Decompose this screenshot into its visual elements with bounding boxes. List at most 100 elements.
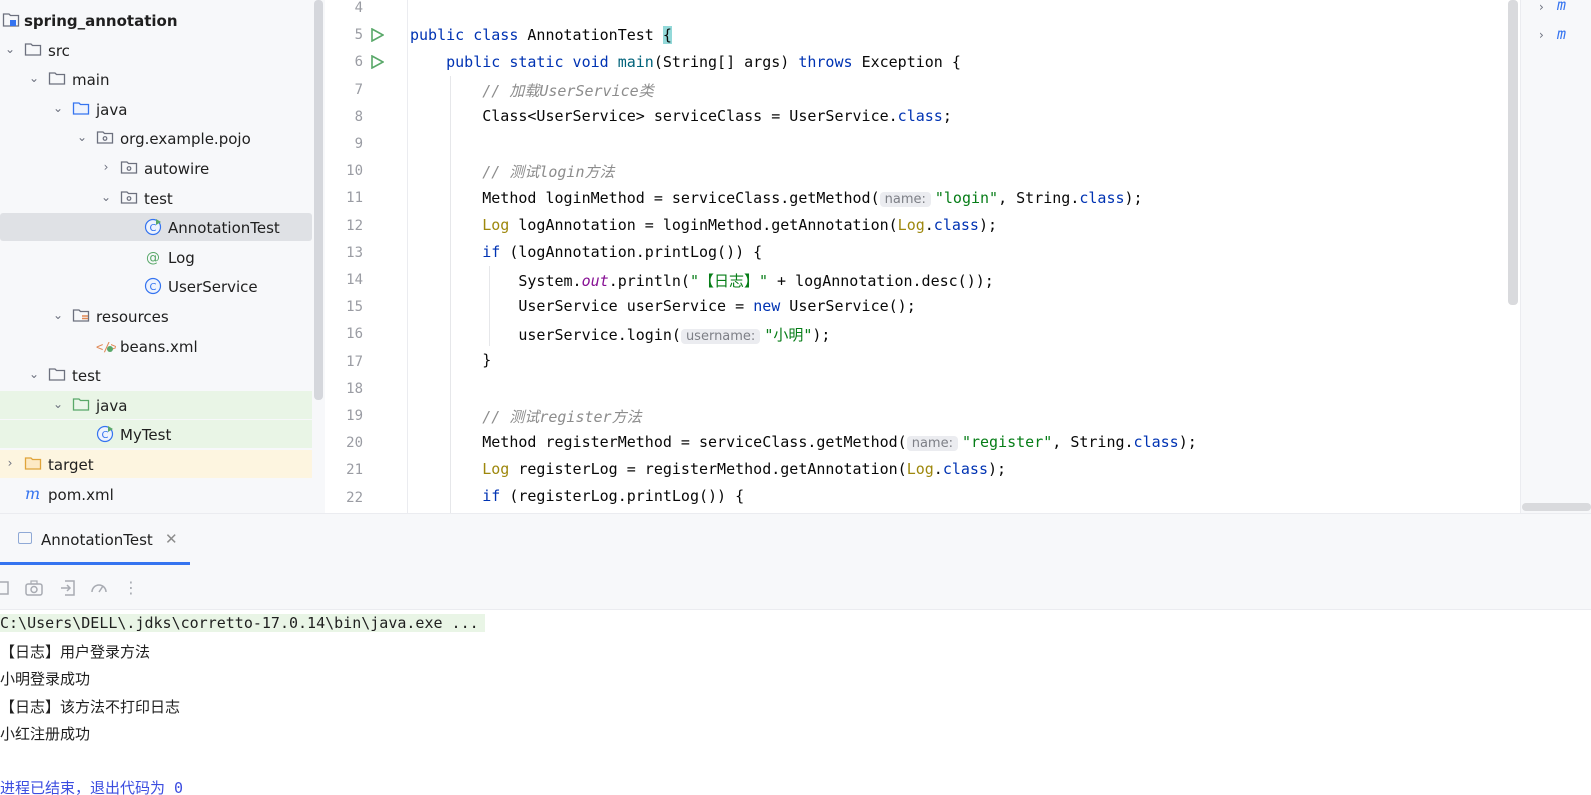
gutter-separator — [407, 0, 408, 513]
chevron-down-icon[interactable]: ⌄ — [28, 367, 40, 381]
tree-item-label: spring_annotation — [24, 12, 178, 30]
editor-scrollbar[interactable] — [1508, 0, 1518, 305]
tree-item-userservice[interactable]: C UserService — [0, 272, 312, 300]
package-icon — [96, 129, 114, 149]
chevron-right-icon[interactable]: › — [4, 456, 16, 470]
tree-item-label: UserService — [168, 278, 258, 297]
tree-item-label: test — [144, 189, 173, 208]
tree-item-label: MyTest — [120, 426, 172, 445]
code-line-12: Log logAnnotation = loginMethod.getAnnot… — [482, 216, 998, 234]
package-icon — [120, 159, 138, 179]
console-output-line: 小红注册成功 — [0, 724, 91, 743]
test-folder-icon — [72, 396, 90, 416]
code-editor[interactable]: 4 5 6 7 8 9 10 11 12 13 14 15 16 17 18 19 20 21 22 public … — [325, 0, 1520, 513]
maven-icon: m — [24, 484, 44, 507]
tree-item-label: org.example.pojo — [120, 130, 251, 149]
code-line-8: Class<UserService> serviceClass = UserSe… — [482, 107, 952, 125]
console-output[interactable]: C:\Users\DELL\.jdks\corretto-17.0.14\bin… — [0, 610, 1591, 795]
tree-item-org-example-pojo[interactable]: ⌄ org.example.pojo — [0, 124, 312, 152]
camera-icon[interactable] — [24, 578, 44, 598]
excluded-folder-icon — [24, 455, 42, 475]
folder-icon — [24, 41, 42, 61]
chevron-down-icon[interactable]: ⌄ — [4, 42, 16, 56]
console-output-line: 小明登录成功 — [0, 670, 91, 689]
runnable-class-icon: C — [144, 218, 162, 240]
line-number: 13 — [346, 244, 363, 261]
tree-item-label: resources — [96, 308, 169, 326]
line-number: 6 — [354, 54, 363, 71]
run-tab-annotationtest[interactable]: AnnotationTest ✕ — [0, 514, 190, 566]
chevron-right-icon[interactable]: › — [100, 160, 112, 174]
tree-item-autowire[interactable]: › autowire — [0, 154, 312, 182]
tree-item-test[interactable]: ⌄ test — [0, 361, 312, 389]
tree-item-label: beans.xml — [120, 337, 198, 356]
tree-item-label: pom.xml — [48, 485, 114, 504]
tree-item-spring-annotation[interactable]: spring_annotation — [0, 6, 312, 34]
line-number: 21 — [346, 462, 363, 479]
tree-item-src[interactable]: ⌄ src — [0, 36, 312, 64]
tree-item-target[interactable]: › target — [0, 450, 312, 478]
line-number: 7 — [354, 81, 363, 98]
profiler-icon[interactable] — [89, 578, 109, 598]
line-number: 18 — [346, 380, 363, 397]
chevron-down-icon[interactable]: ⌄ — [52, 308, 64, 322]
line-number: 16 — [346, 326, 363, 343]
exit-icon[interactable] — [58, 578, 78, 598]
param-hint: name: — [879, 192, 931, 207]
package-icon — [120, 189, 138, 209]
console-icon — [18, 532, 32, 544]
line-number: 10 — [346, 163, 363, 180]
code-line-6: public static void main(String[] args) t… — [446, 53, 961, 71]
folder-icon — [48, 366, 66, 386]
svg-text:</>: </> — [96, 340, 116, 354]
line-number: 8 — [354, 108, 363, 125]
chevron-right-icon[interactable]: › — [1539, 0, 1544, 14]
tree-item-mytest[interactable]: C MyTest — [0, 420, 312, 449]
chevron-down-icon[interactable]: ⌄ — [52, 397, 64, 411]
runnable-class-icon: C — [96, 425, 114, 447]
resources-folder-icon — [72, 307, 90, 327]
tree-item-test[interactable]: ⌄ test — [0, 184, 312, 212]
svg-text:C: C — [102, 430, 109, 441]
run-main-icon[interactable] — [370, 55, 384, 69]
line-number: 12 — [346, 217, 363, 234]
chevron-down-icon[interactable]: ⌄ — [28, 71, 40, 85]
line-number: 20 — [346, 435, 363, 452]
line-number: 5 — [354, 27, 363, 44]
line-number: 11 — [346, 190, 363, 207]
tree-item-main[interactable]: ⌄ main — [0, 65, 312, 93]
tree-item-beans-xml[interactable]: </> beans.xml — [0, 332, 312, 360]
tree-item-resources[interactable]: ⌄ resources — [0, 302, 312, 330]
code-line-11: Method loginMethod = serviceClass.getMet… — [482, 189, 1143, 207]
source-folder-icon — [72, 100, 90, 120]
tree-item-label: java — [96, 100, 128, 119]
chevron-right-icon[interactable]: › — [1539, 28, 1544, 42]
chevron-down-icon[interactable]: ⌄ — [76, 130, 88, 144]
tree-item-pom-xml[interactable]: m pom.xml — [0, 480, 312, 508]
xml-file-icon: </> — [96, 337, 118, 359]
run-class-icon[interactable] — [370, 28, 384, 42]
code-line-20: Method registerMethod = serviceClass.get… — [482, 433, 1197, 451]
code-line-19: // 测试register方法 — [482, 408, 642, 426]
tree-item-java[interactable]: ⌄ java — [0, 95, 312, 123]
structure-panel: › m › m — [1520, 0, 1591, 513]
tree-item-log[interactable]: @ Log — [0, 243, 312, 271]
tree-item-label: test — [72, 367, 101, 386]
line-number: 22 — [346, 489, 363, 506]
code-line-10: // 测试login方法 — [482, 163, 615, 181]
chevron-down-icon[interactable]: ⌄ — [52, 101, 64, 115]
tree-item-label: Log — [168, 248, 195, 267]
stop-icon[interactable] — [0, 578, 12, 598]
line-number: 19 — [346, 408, 363, 424]
horizontal-scrollbar[interactable] — [1522, 503, 1591, 511]
close-icon[interactable]: ✕ — [165, 530, 178, 548]
tree-item-annotationtest[interactable]: C AnnotationTest — [0, 213, 312, 242]
console-output-line: 【日志】该方法不打印日志 — [0, 697, 181, 716]
tree-item-java[interactable]: ⌄ java — [0, 390, 312, 419]
project-tree-scrollbar[interactable] — [312, 0, 325, 517]
chevron-down-icon[interactable]: ⌄ — [100, 190, 112, 204]
more-options-icon[interactable]: ⋮ — [121, 578, 141, 598]
active-tab-indicator — [0, 562, 190, 565]
line-number: 15 — [346, 299, 363, 316]
scrollbar-thumb[interactable] — [314, 0, 323, 400]
